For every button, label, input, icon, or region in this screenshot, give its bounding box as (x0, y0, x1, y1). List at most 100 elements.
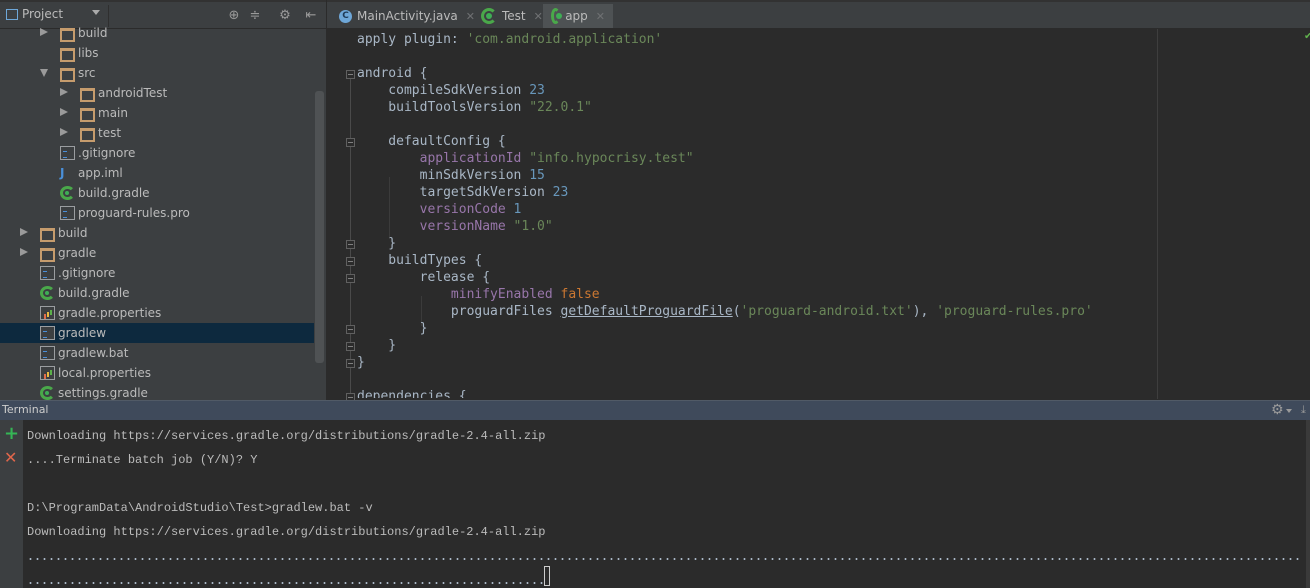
tree-item-label: gradle (58, 246, 97, 260)
terminal-cursor (544, 566, 550, 586)
tree-item[interactable]: gradlew (0, 323, 314, 343)
tree-item-label: local.properties (58, 366, 152, 380)
terminal-output[interactable]: Downloading https://services.gradle.org/… (27, 424, 1302, 588)
hide-panel-icon[interactable]: ⇤ (303, 8, 319, 24)
chevron-down-icon[interactable] (92, 10, 100, 15)
project-view-label: Project (22, 7, 64, 21)
tab-label: Test (502, 9, 526, 23)
close-icon[interactable]: ✕ (596, 10, 605, 23)
tree-item-label: gradlew.bat (58, 346, 129, 360)
chevron-right-icon[interactable] (20, 228, 28, 236)
tab-label: MainActivity.java (357, 9, 458, 23)
iml-file-icon: J (60, 166, 65, 180)
project-view-icon (6, 8, 18, 20)
code-editor[interactable]: apply plugin: 'com.android.application' a… (357, 30, 1157, 398)
chevron-down-icon[interactable] (40, 69, 48, 77)
tree-item-label: app.iml (78, 166, 123, 180)
tree-item[interactable]: test (0, 123, 314, 143)
hide-panel-icon[interactable]: ⤓ (1301, 403, 1306, 417)
tab-test[interactable]: Test ✕ (473, 4, 551, 28)
download-progress-dots (27, 582, 543, 584)
tree-item-label: androidTest (98, 86, 168, 100)
tree-item[interactable]: proguard-rules.pro (0, 203, 314, 223)
java-class-icon: C (339, 9, 352, 23)
tree-item-label: test (98, 126, 122, 140)
tree-item[interactable]: build (0, 23, 314, 43)
tree-item-label: libs (78, 46, 99, 60)
tree-item-label: src (78, 66, 96, 80)
right-margin-guide (1157, 29, 1158, 399)
fold-marker[interactable] (346, 257, 355, 266)
chevron-down-icon[interactable] (1286, 409, 1292, 413)
project-tree-scrollbar[interactable] (315, 91, 324, 363)
terminal-line: Downloading https://services.gradle.org/… (27, 525, 546, 539)
project-tree[interactable]: build libs src androidTest main test .gitignor… (0, 23, 314, 400)
gradle-icon (60, 186, 75, 200)
editor-tab-bar: C MainActivity.java ✕ Test ✕ app ✕ (327, 0, 1310, 29)
collapse-all-icon[interactable]: ≑ (247, 8, 263, 24)
text-file-icon (40, 346, 55, 360)
gradle-icon (40, 286, 55, 300)
tree-item[interactable]: build.gradle (0, 283, 314, 303)
folder-icon (80, 88, 95, 102)
project-tool-window: Project ⊕ ≑ ⚙ ⇤ build libs src androidTest m… (0, 0, 326, 400)
code-line: dependencies { (357, 389, 467, 398)
tab-mainactivity-java[interactable]: C MainActivity.java ✕ (331, 4, 483, 28)
fold-marker[interactable] (346, 325, 355, 334)
fold-marker[interactable] (346, 359, 355, 368)
tree-item[interactable]: libs (0, 43, 314, 63)
code-line: } (357, 321, 428, 336)
tree-item[interactable]: gradle.properties (0, 303, 314, 323)
folder-icon (60, 68, 75, 82)
gradle-icon (551, 8, 563, 24)
chevron-right-icon[interactable] (60, 88, 68, 96)
tree-item-label: gradlew (58, 326, 107, 340)
tree-item[interactable]: settings.gradle (0, 383, 314, 400)
code-line: android { (357, 66, 428, 81)
folder-icon (40, 248, 55, 262)
tree-item-label: build (58, 226, 88, 240)
terminal-scrollbar[interactable] (1306, 420, 1310, 588)
fold-marker[interactable] (346, 70, 355, 79)
analysis-ok-icon[interactable]: ✔ (1304, 32, 1310, 42)
settings-icon[interactable]: ⚙ (277, 8, 293, 24)
code-line: } (357, 355, 365, 370)
properties-file-icon (40, 306, 55, 320)
fold-marker[interactable] (346, 240, 355, 249)
fold-marker[interactable] (346, 342, 355, 351)
fold-marker[interactable] (346, 138, 355, 147)
close-icon[interactable]: ✕ (534, 10, 543, 23)
project-view-selector[interactable]: Project (6, 7, 63, 21)
chevron-right-icon[interactable] (20, 248, 28, 256)
gradle-icon (40, 386, 55, 400)
tree-item[interactable]: .gitignore (0, 143, 314, 163)
tree-item[interactable]: main (0, 103, 314, 123)
tree-item[interactable]: gradlew.bat (0, 343, 314, 363)
tab-label: app (565, 9, 588, 23)
new-session-icon[interactable]: + (4, 425, 19, 443)
tree-item[interactable]: Japp.iml (0, 163, 314, 183)
folder-icon (80, 108, 95, 122)
settings-icon[interactable]: ⚙ (1271, 402, 1284, 418)
locate-icon[interactable]: ⊕ (226, 8, 242, 24)
tree-item[interactable]: .gitignore (0, 263, 314, 283)
tree-item[interactable]: build (0, 223, 314, 243)
tree-item[interactable]: local.properties (0, 363, 314, 383)
chevron-right-icon[interactable] (60, 108, 68, 116)
tree-item[interactable]: src (0, 63, 314, 83)
folder-icon (40, 228, 55, 242)
tree-item-label: build (78, 26, 108, 40)
fold-marker[interactable] (346, 274, 355, 283)
terminal-line: D:\ProgramData\AndroidStudio\Test>gradle… (27, 501, 373, 515)
close-session-icon[interactable]: ✕ (4, 449, 17, 467)
tab-app[interactable]: app ✕ (543, 4, 613, 28)
tree-item-label: .gitignore (78, 146, 136, 160)
chevron-right-icon[interactable] (60, 128, 68, 136)
tree-item[interactable]: androidTest (0, 83, 314, 103)
code-line: release { (357, 270, 491, 285)
tree-item[interactable]: gradle (0, 243, 314, 263)
code-line: buildTypes { (357, 253, 483, 268)
terminal-toolbar (0, 420, 23, 588)
chevron-right-icon[interactable] (40, 28, 48, 36)
tree-item[interactable]: build.gradle (0, 183, 314, 203)
